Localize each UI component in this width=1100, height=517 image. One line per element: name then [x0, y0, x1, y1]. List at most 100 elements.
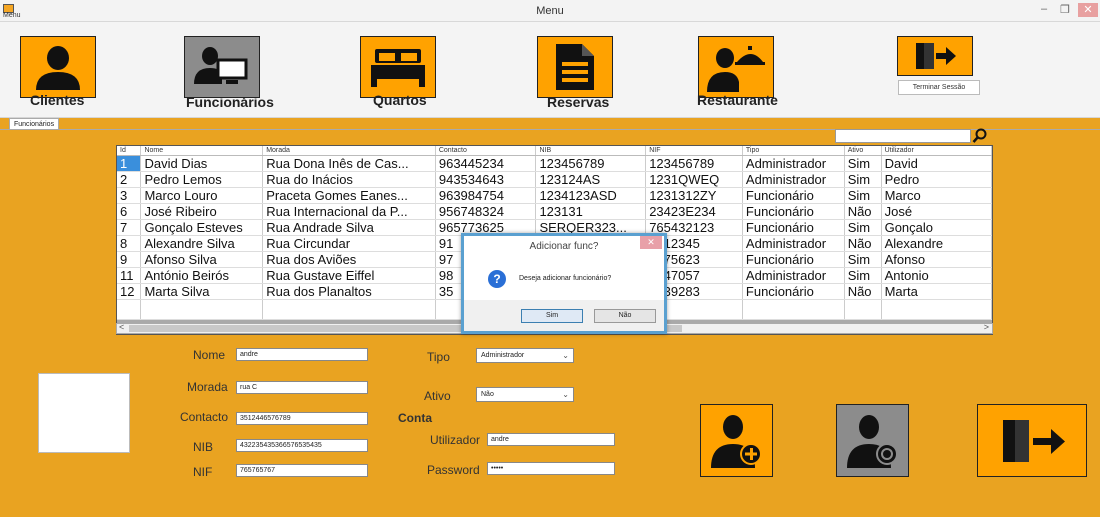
table-row[interactable]: 2 Pedro Lemos Rua do Inácios 943534643 12312… — [117, 171, 992, 188]
table-cell[interactable]: Pedro — [881, 171, 992, 188]
dialog-no-button[interactable]: Não — [594, 309, 656, 323]
contacto-field[interactable]: 3512446576789 — [236, 412, 368, 425]
table-cell[interactable]: Rua Gustave Eiffel — [262, 267, 436, 284]
table-cell[interactable]: Rua do Inácios — [262, 171, 436, 188]
table-cell[interactable]: 123124AS — [535, 171, 647, 188]
table-row[interactable]: 1 David Dias Rua Dona Inês de Cas... 963445… — [117, 155, 992, 172]
table-cell[interactable]: 3 — [117, 187, 142, 204]
table-cell[interactable]: 2 — [117, 171, 142, 188]
column-header-id[interactable]: Id — [117, 146, 142, 156]
table-cell[interactable]: 1231312ZY — [645, 187, 743, 204]
table-cell[interactable]: 123456789 — [535, 155, 647, 172]
column-header-morada[interactable]: Morada — [262, 146, 436, 156]
dialog-yes-button[interactable]: Sim — [521, 309, 583, 323]
column-header-contacto[interactable]: Contacto — [435, 146, 537, 156]
table-row[interactable]: 6 José Ribeiro Rua Internacional da P... 95… — [117, 203, 992, 220]
table-cell[interactable] — [117, 299, 142, 320]
table-cell[interactable]: 123456789 — [645, 155, 743, 172]
table-cell[interactable]: Antonio — [881, 267, 992, 284]
table-row[interactable]: 3 Marco Louro Praceta Gomes Eanes... 963984… — [117, 187, 992, 204]
table-cell[interactable]: 123131 — [535, 203, 647, 220]
table-cell[interactable] — [844, 299, 882, 320]
table-cell[interactable]: Funcionário — [742, 283, 845, 300]
table-cell[interactable]: Rua Dona Inês de Cas... — [262, 155, 436, 172]
table-cell[interactable]: 963984754 — [435, 187, 537, 204]
table-cell[interactable]: Rua Andrade Silva — [262, 219, 436, 236]
table-cell[interactable]: Sim — [844, 171, 882, 188]
table-cell[interactable]: 12 — [117, 283, 142, 300]
quartos-button[interactable] — [360, 36, 436, 98]
table-cell[interactable]: Não — [844, 235, 882, 252]
table-cell[interactable] — [742, 299, 845, 320]
table-cell[interactable]: Marta Silva — [140, 283, 264, 300]
table-cell[interactable]: Rua Circundar — [262, 235, 436, 252]
table-cell[interactable]: 8 — [117, 235, 142, 252]
table-cell[interactable]: 11 — [117, 267, 142, 284]
table-cell[interactable]: José Ribeiro — [140, 203, 264, 220]
table-cell[interactable]: 1 — [117, 155, 142, 172]
table-cell[interactable]: 963445234 — [435, 155, 537, 172]
funcionarios-button[interactable] — [184, 36, 260, 98]
table-cell[interactable]: Rua dos Planaltos — [262, 283, 436, 300]
table-cell[interactable]: Sim — [844, 155, 882, 172]
table-cell[interactable]: Rua dos Aviões — [262, 251, 436, 268]
restaurante-button[interactable] — [698, 36, 774, 98]
maximize-button[interactable]: ❐ — [1057, 3, 1073, 16]
table-cell[interactable]: Sim — [844, 219, 882, 236]
table-cell[interactable]: Afonso — [881, 251, 992, 268]
table-cell[interactable]: Não — [844, 283, 882, 300]
table-cell[interactable]: Afonso Silva — [140, 251, 264, 268]
minimize-button[interactable]: – — [1036, 3, 1052, 15]
table-cell[interactable]: Sim — [844, 267, 882, 284]
column-header-utilizador[interactable]: Utilizador — [881, 146, 992, 156]
table-cell[interactable]: 1234123ASD — [535, 187, 647, 204]
nif-field[interactable]: 765765767 — [236, 464, 368, 477]
table-cell[interactable]: 956748324 — [435, 203, 537, 220]
column-header-nif[interactable]: NIF — [645, 146, 743, 156]
table-cell[interactable]: Funcionário — [742, 203, 845, 220]
table-cell[interactable]: Praceta Gomes Eanes... — [262, 187, 436, 204]
table-cell[interactable]: Administrador — [742, 171, 845, 188]
table-cell[interactable]: Pedro Lemos — [140, 171, 264, 188]
ativo-select[interactable]: Não ⌄ — [476, 387, 574, 402]
table-cell[interactable]: António Beirós — [140, 267, 264, 284]
scroll-right-icon[interactable]: > — [984, 322, 989, 332]
column-header-ativo[interactable]: Ativo — [844, 146, 882, 156]
nome-field[interactable]: andre — [236, 348, 368, 361]
table-cell[interactable]: José — [881, 203, 992, 220]
table-cell[interactable]: Administrador — [742, 267, 845, 284]
photo-box[interactable] — [38, 373, 130, 453]
table-cell[interactable] — [262, 299, 436, 320]
add-employee-button[interactable] — [700, 404, 773, 477]
dialog-close-button[interactable]: ✕ — [640, 236, 662, 249]
table-cell[interactable]: Marco Louro — [140, 187, 264, 204]
table-cell[interactable]: Não — [844, 203, 882, 220]
search-input[interactable] — [835, 129, 971, 143]
tipo-select[interactable]: Administrador ⌄ — [476, 348, 574, 363]
clientes-button[interactable] — [20, 36, 96, 98]
password-field[interactable]: ••••• — [487, 462, 615, 475]
table-cell[interactable]: 9 — [117, 251, 142, 268]
logout-button[interactable] — [897, 36, 973, 76]
table-cell[interactable]: Gonçalo Esteves — [140, 219, 264, 236]
table-cell[interactable]: Administrador — [742, 155, 845, 172]
table-cell[interactable]: Sim — [844, 251, 882, 268]
table-cell[interactable]: Funcionário — [742, 187, 845, 204]
table-cell[interactable]: Marco — [881, 187, 992, 204]
table-cell[interactable]: Administrador — [742, 235, 845, 252]
morada-field[interactable]: rua C — [236, 381, 368, 394]
nib-field[interactable]: 43223543536657653543​5 — [236, 439, 368, 452]
table-cell[interactable]: Marta — [881, 283, 992, 300]
table-cell[interactable]: David — [881, 155, 992, 172]
table-cell[interactable]: Rua Internacional da P... — [262, 203, 436, 220]
table-cell[interactable]: 7 — [117, 219, 142, 236]
reservas-button[interactable] — [537, 36, 613, 98]
table-cell[interactable]: Funcionário — [742, 251, 845, 268]
close-button[interactable]: ✕ — [1078, 3, 1098, 17]
table-cell[interactable]: Funcionário — [742, 219, 845, 236]
table-cell[interactable]: 6 — [117, 203, 142, 220]
table-cell[interactable]: 943534643 — [435, 171, 537, 188]
table-cell[interactable]: 23423E234 — [645, 203, 743, 220]
logout-label[interactable]: Terminar Sessão — [898, 80, 980, 95]
exit-button[interactable] — [977, 404, 1087, 477]
